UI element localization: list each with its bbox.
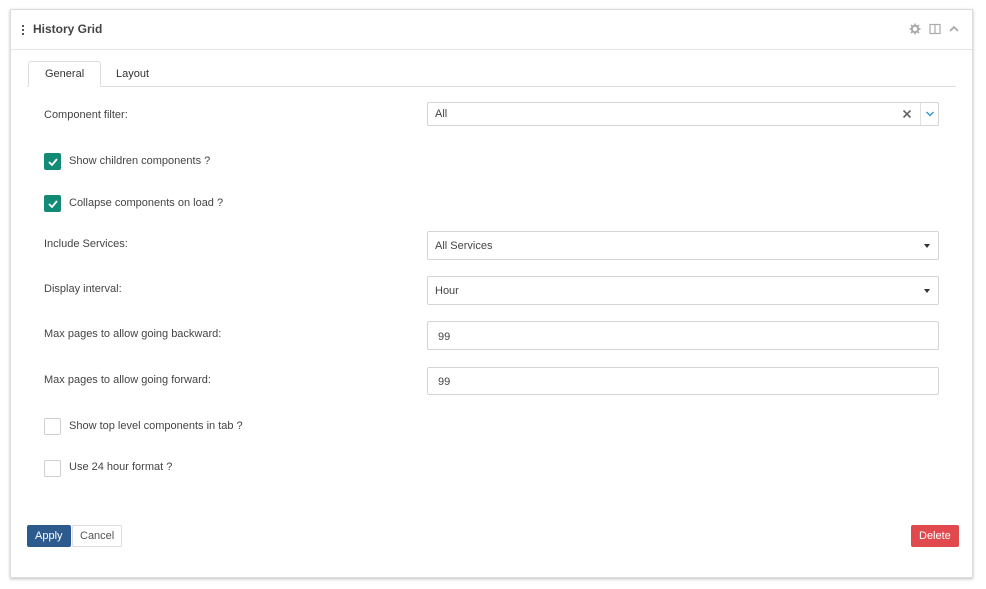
history-grid-panel: History Grid General Layout Component fi… xyxy=(10,9,973,578)
show-top-level-checkbox[interactable] xyxy=(44,418,61,435)
tab-bar: General Layout xyxy=(27,61,956,87)
columns-icon[interactable] xyxy=(929,23,941,35)
display-interval-select[interactable]: Hour xyxy=(427,276,939,305)
panel-header: History Grid xyxy=(11,10,972,50)
component-filter-value: All xyxy=(435,108,448,120)
show-children-checkbox[interactable] xyxy=(44,153,61,170)
delete-button[interactable]: Delete xyxy=(911,525,959,547)
component-filter-label: Component filter: xyxy=(44,109,128,121)
collapse-on-load-label: Collapse components on load ? xyxy=(69,197,224,209)
apply-button[interactable]: Apply xyxy=(27,525,71,547)
cancel-button[interactable]: Cancel xyxy=(72,525,123,547)
max-forward-input[interactable]: 99 xyxy=(427,367,939,395)
show-top-level-label: Show top level components in tab ? xyxy=(69,420,243,432)
collapse-on-load-checkbox[interactable] xyxy=(44,195,61,212)
use-24h-label: Use 24 hour format ? xyxy=(69,461,173,473)
include-services-select[interactable]: All Services xyxy=(427,231,939,260)
display-interval-label: Display interval: xyxy=(44,283,122,295)
header-actions xyxy=(905,23,960,37)
panel-title: History Grid xyxy=(33,22,103,36)
chevron-down-icon[interactable] xyxy=(920,103,938,125)
include-services-label: Include Services: xyxy=(44,238,128,250)
use-24h-checkbox[interactable] xyxy=(44,460,61,477)
check-icon xyxy=(48,200,58,208)
chevron-up-icon[interactable] xyxy=(948,23,960,35)
max-backward-value: 99 xyxy=(438,331,451,343)
include-services-value: All Services xyxy=(435,240,493,252)
tab-general[interactable]: General xyxy=(28,61,102,87)
display-interval-value: Hour xyxy=(435,285,459,297)
drag-handle-icon[interactable] xyxy=(22,25,25,35)
max-forward-label: Max pages to allow going forward: xyxy=(44,374,211,386)
check-icon xyxy=(48,158,58,166)
caret-down-icon xyxy=(924,243,930,248)
caret-down-icon xyxy=(924,288,930,293)
max-backward-input[interactable]: 99 xyxy=(427,321,939,350)
component-filter-select[interactable]: All xyxy=(427,102,939,126)
clear-icon[interactable] xyxy=(902,109,912,119)
gear-icon[interactable] xyxy=(909,23,921,35)
max-forward-value: 99 xyxy=(438,376,451,388)
show-children-label: Show children components ? xyxy=(69,155,211,167)
max-backward-label: Max pages to allow going backward: xyxy=(44,328,222,340)
tab-layout[interactable]: Layout xyxy=(99,61,166,87)
